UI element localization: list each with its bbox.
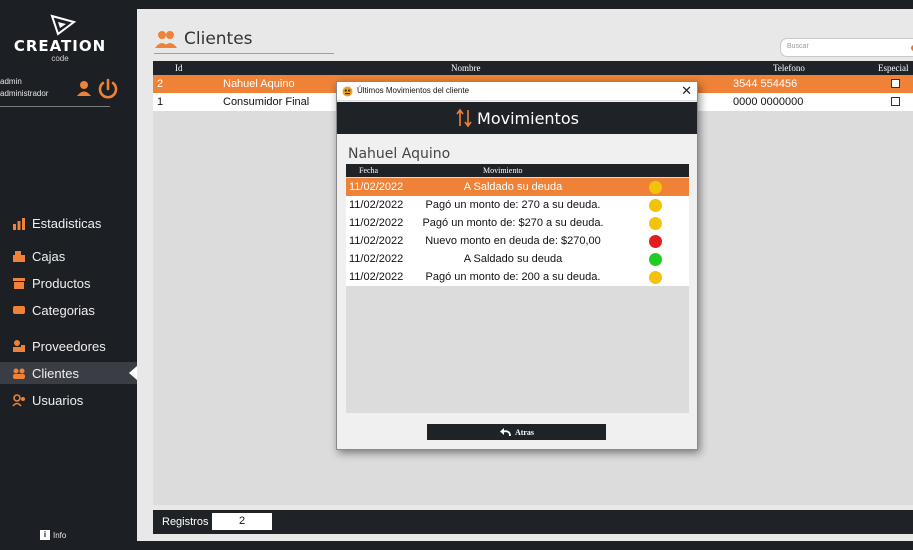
- cell-name: Nahuel Aquino: [223, 78, 295, 90]
- page-title-text: Clientes: [184, 29, 253, 49]
- app-logo: CREATION code: [0, 10, 120, 65]
- back-arrow-icon: [499, 428, 511, 437]
- info-label: Info: [53, 530, 67, 540]
- sidebar-divider: [0, 106, 110, 107]
- users-icon: [13, 368, 25, 379]
- dialog-header: Movimientos: [337, 102, 697, 134]
- user-group-icon: [12, 394, 25, 407]
- sidebar-item-label: Productos: [32, 275, 91, 291]
- cell-movement: Pagó un monto de: 270 a su deuda.: [425, 199, 601, 211]
- cell-date: 11/02/2022: [349, 253, 404, 265]
- sidebar-item-usuarios[interactable]: Usuarios: [0, 389, 137, 411]
- records-count: 2: [212, 513, 272, 530]
- cash-register-icon: [13, 251, 25, 262]
- status-dot-icon: [649, 199, 662, 212]
- status-dot-icon: [649, 235, 662, 248]
- dialog-heading: Movimientos: [477, 108, 579, 128]
- cell-movement: Nuevo monto en deuda de: $270,00: [425, 235, 601, 247]
- supplier-icon: [13, 340, 25, 352]
- logo-subtext: code: [51, 54, 69, 63]
- back-button[interactable]: Atras: [427, 424, 606, 440]
- movements-table: Fecha Movimiento 11/02/2022 A Saldado su…: [346, 164, 689, 413]
- title-underline: [154, 53, 334, 54]
- sidebar-item-label: Proveedores: [32, 338, 106, 354]
- cell-name: Consumidor Final: [223, 96, 310, 108]
- sidebar-item-clientes[interactable]: Clientes: [0, 362, 137, 384]
- search-input[interactable]: Buscar: [780, 38, 913, 57]
- table-row[interactable]: 11/02/2022 A Saldado su deuda: [346, 178, 689, 196]
- cell-date: 11/02/2022: [349, 271, 404, 283]
- cell-movement: A Saldado su deuda: [463, 253, 563, 265]
- status-dot-icon: [649, 181, 662, 194]
- sidebar: CREATION code admin administrador Estadi…: [0, 0, 137, 550]
- user-icon: [77, 81, 91, 96]
- column-header-id[interactable]: Id: [175, 63, 183, 73]
- sidebar-item-categorias[interactable]: Categorias: [0, 299, 137, 321]
- cell-movement: Pagó un monto de: 200 a su deuda.: [425, 271, 601, 283]
- records-footer: Registros 2: [153, 510, 913, 534]
- power-icon[interactable]: [97, 78, 119, 100]
- movements-dialog: Últimos Movimientos del cliente ✕ Movimi…: [336, 81, 698, 450]
- sidebar-item-label: Categorias: [32, 302, 95, 318]
- dialog-title: Últimos Movimientos del cliente: [357, 86, 470, 95]
- box-icon: [13, 278, 25, 289]
- dialog-titlebar[interactable]: Últimos Movimientos del cliente ✕: [337, 82, 697, 101]
- tag-icon: [13, 306, 25, 314]
- page-title: Clientes: [155, 29, 253, 49]
- records-label: Registros: [162, 516, 209, 528]
- cell-date: 11/02/2022: [349, 217, 404, 229]
- column-header-name[interactable]: Nombre: [451, 63, 481, 73]
- sidebar-item-productos[interactable]: Productos: [0, 272, 137, 294]
- table-row[interactable]: 11/02/2022 Pagó un monto de: $270 a su d…: [346, 214, 689, 232]
- sidebar-item-label: Usuarios: [32, 392, 84, 408]
- status-dot-icon: [649, 217, 662, 230]
- status-dot-icon: [649, 271, 662, 284]
- up-down-arrows-icon: [456, 108, 472, 128]
- close-icon[interactable]: ✕: [681, 83, 692, 99]
- cell-date: 11/02/2022: [349, 235, 404, 247]
- table-row[interactable]: 11/02/2022 Pagó un monto de: 200 a su de…: [346, 268, 689, 286]
- user-name: admin: [0, 77, 22, 86]
- cell-movement: Pagó un monto de: $270 a su deuda.: [422, 217, 604, 229]
- cell-phone: 0000 0000000: [733, 96, 804, 108]
- app-window-icon: [342, 86, 353, 97]
- table-header: Id Nombre Telefono Especial: [153, 61, 913, 75]
- table-row[interactable]: 11/02/2022 Pagó un monto de: 270 a su de…: [346, 196, 689, 214]
- users-icon: [155, 31, 177, 48]
- cell-movement: A Saldado su deuda: [463, 181, 563, 193]
- sidebar-item-label: Cajas: [32, 248, 66, 264]
- sidebar-item-estadisticas[interactable]: Estadisticas: [0, 212, 137, 234]
- cell-id: 2: [157, 78, 164, 90]
- cell-date: 11/02/2022: [349, 181, 404, 193]
- table-row[interactable]: 11/02/2022 A Saldado su deuda: [346, 250, 689, 268]
- logo-text: CREATION: [13, 37, 107, 55]
- sidebar-item-label: Clientes: [32, 365, 79, 381]
- sidebar-item-label: Estadisticas: [32, 215, 102, 231]
- bar-chart-icon: [13, 218, 25, 230]
- special-checkbox[interactable]: [891, 79, 900, 88]
- back-label: Atras: [514, 427, 535, 437]
- cell-id: 1: [157, 96, 164, 108]
- column-header-movement[interactable]: Movimiento: [483, 166, 523, 175]
- client-name: Nahuel Aquino: [348, 146, 451, 162]
- active-indicator: [129, 366, 137, 380]
- sidebar-item-cajas[interactable]: Cajas: [0, 245, 137, 267]
- info-button[interactable]: i Info: [40, 530, 66, 540]
- cell-phone: 3544 554456: [733, 78, 798, 90]
- table-row[interactable]: 11/02/2022 Nuevo monto en deuda de: $270…: [346, 232, 689, 250]
- column-header-phone[interactable]: Telefono: [773, 63, 805, 73]
- cell-date: 11/02/2022: [349, 199, 404, 211]
- user-role: administrador: [0, 89, 49, 98]
- column-header-special[interactable]: Especial: [878, 63, 909, 73]
- status-dot-icon: [649, 253, 662, 266]
- table-header: Fecha Movimiento: [346, 164, 689, 177]
- column-header-date[interactable]: Fecha: [359, 166, 378, 175]
- sidebar-item-proveedores[interactable]: Proveedores: [0, 335, 137, 357]
- info-icon: i: [40, 530, 50, 540]
- special-checkbox[interactable]: [891, 97, 900, 106]
- logo-mark-icon: [50, 14, 76, 36]
